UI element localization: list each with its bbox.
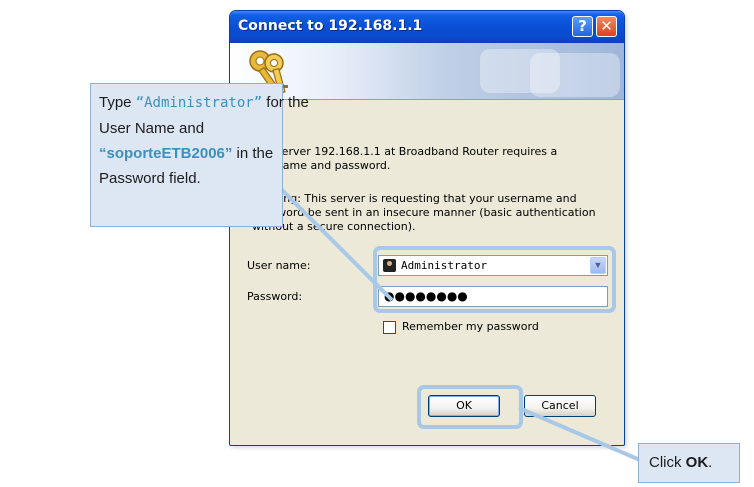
ok-callout: Click OK. <box>638 443 740 483</box>
dialog-title: Connect to 192.168.1.1 <box>238 18 423 34</box>
callout-text: in the <box>232 145 274 162</box>
help-button[interactable]: ? <box>572 16 593 37</box>
close-button[interactable]: ✕ <box>596 16 617 37</box>
callout-line: User Name and <box>99 120 205 137</box>
tutorial-screenshot: Connect to 192.168.1.1 ? ✕ The server 19… <box>0 0 754 487</box>
callout-text: Click <box>649 454 686 471</box>
callout-text: . <box>708 454 713 471</box>
callout-ok-emphasis: OK <box>685 454 709 471</box>
callout-line: “soporteETB2006” in the <box>99 141 274 166</box>
remember-password-label[interactable]: Remember my password <box>402 320 539 333</box>
username-label: User name: <box>247 259 311 272</box>
callout-username-hint: “Administrator” <box>135 95 263 111</box>
cancel-button[interactable]: Cancel <box>524 395 596 417</box>
dialog-titlebar[interactable]: Connect to 192.168.1.1 ? ✕ <box>230 11 624 43</box>
callout-password-hint: “soporteETB2006” <box>99 145 233 162</box>
credentials-highlight <box>373 246 616 313</box>
instruction-callout: Type “Administrator” for the User Name a… <box>90 83 309 227</box>
callout-text: Type <box>99 94 136 111</box>
remember-password-checkbox[interactable] <box>383 321 396 334</box>
server-message: The server 192.168.1.1 at Broadband Rout… <box>252 145 558 172</box>
password-label: Password: <box>247 290 303 303</box>
ok-highlight <box>417 385 523 429</box>
warning-message: Warning: This server is requesting that … <box>252 192 596 233</box>
callout-line: Type “Administrator” for the <box>99 90 309 116</box>
connect-dialog: Connect to 192.168.1.1 ? ✕ The server 19… <box>229 10 625 446</box>
callout-text: for the <box>262 94 309 111</box>
banner-decoration <box>530 53 620 97</box>
callout-line: Password field. <box>99 170 201 187</box>
dialog-banner <box>230 43 624 100</box>
